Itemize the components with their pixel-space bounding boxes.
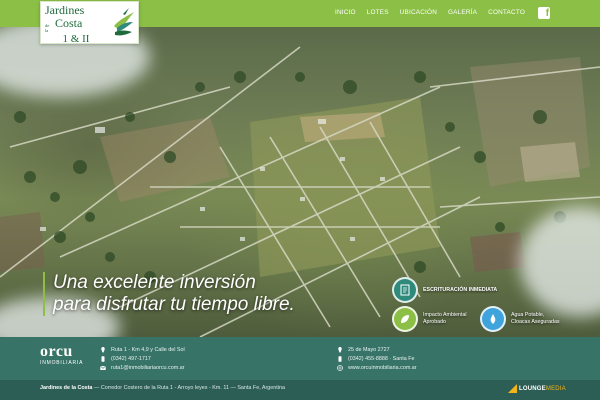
location-pin-icon — [337, 346, 343, 353]
feature-escrituracion: ESCRITURACIÓN INMEDIATA — [392, 277, 497, 303]
nav-item-galeria[interactable]: GALERÍA — [448, 9, 477, 16]
nav-item-ubicacion[interactable]: UBICACIÓN — [400, 9, 437, 16]
phone-icon — [337, 355, 343, 362]
leaf-icon — [392, 306, 418, 332]
footer-brand: Jardines de la Costa — [40, 385, 93, 391]
feature-label-agua-line-2: Cloacas Aseguradas — [511, 319, 560, 325]
contact-column-right: 25 de Mayo 2727 (0342) 455-8888 · Santa … — [337, 345, 417, 372]
tagline-line-2: para disfrutar tu tiempo libre. — [53, 294, 295, 315]
loungemedia-logo-icon — [508, 384, 517, 393]
office-phone-text[interactable]: (0342) 455-8888 · Santa Fe — [348, 356, 415, 362]
nav-item-lotes[interactable]: LOTES — [367, 9, 389, 16]
logo-line-costa: Costa — [55, 16, 83, 30]
office-website-link[interactable]: www.orcuinmobiliaria.com.ar — [348, 365, 417, 371]
loungemedia-light: MEDIA — [545, 385, 566, 392]
contact-address-row: Ruta 1 - Km 4,9 y Calle del Sol — [100, 345, 185, 354]
contact-address-text: Ruta 1 - Km 4,9 y Calle del Sol — [111, 346, 185, 353]
site-header: Jardines de la Costa 1 & II INICIO LOTES… — [0, 0, 600, 45]
facebook-icon[interactable]: f — [538, 7, 550, 19]
hummingbird-logo-icon — [114, 8, 134, 36]
logo-line-jardines: Jardines — [45, 3, 85, 17]
office-address-text: 25 de Mayo 2727 — [348, 346, 390, 353]
nav-item-inicio[interactable]: INICIO — [335, 9, 356, 16]
email-icon — [100, 365, 106, 371]
tagline-line-1: Una excelente inversión — [53, 272, 256, 293]
globe-icon — [337, 364, 343, 371]
feature-label-impacto: Impacto Ambiental Aprobado — [423, 312, 467, 326]
site-logo[interactable]: Jardines de la Costa 1 & II — [40, 1, 139, 45]
feature-label-impacto-line-1: Impacto Ambiental — [423, 312, 467, 318]
office-phone-row: (0342) 455-8888 · Santa Fe — [337, 354, 417, 363]
office-address-row: 25 de Mayo 2727 — [337, 345, 417, 354]
logo-wordmark: Jardines de la Costa 1 & II — [45, 4, 107, 45]
phone-icon — [100, 355, 106, 362]
feature-label-escrituracion: ESCRITURACIÓN INMEDIATA — [423, 286, 498, 293]
logo-small-text: de la — [45, 23, 50, 33]
contact-phone-text[interactable]: (0342) 497-1717 — [111, 356, 151, 362]
loungemedia-wordmark: LOUNGEMEDIA — [519, 386, 566, 392]
feature-label-agua-line-1: Agua Potable, — [511, 312, 545, 318]
contact-column-left: Ruta 1 - Km 4,9 y Calle del Sol (0342) 4… — [100, 345, 185, 372]
site-footer: Jardines de la Costa — Corredor Costero … — [0, 380, 600, 400]
loungemedia-credit[interactable]: LOUNGEMEDIA — [508, 384, 566, 393]
logo-line-number: 1 & II — [62, 33, 90, 45]
contact-phone-row: (0342) 497-1717 — [100, 354, 185, 363]
feature-label-impacto-line-2: Aprobado — [423, 319, 446, 325]
deed-icon — [392, 277, 418, 303]
location-pin-icon — [100, 346, 106, 353]
loungemedia-bold: LOUNGE — [519, 385, 546, 392]
contact-info-bar: orcu INMOBILIARIA Ruta 1 - Km 4,9 y Call… — [0, 337, 600, 380]
feature-agua-potable: Agua Potable, Cloacas Aseguradas — [480, 306, 560, 332]
office-website-row: www.orcuinmobiliaria.com.ar — [337, 363, 417, 372]
hero-aerial-image: Una excelente inversión para disfrutar t… — [0, 27, 600, 337]
footer-address: — Corredor Costero de la Ruta 1 - Arroyo… — [92, 385, 285, 391]
hero-tagline: Una excelente inversión para disfrutar t… — [43, 272, 343, 316]
nav-item-contacto[interactable]: CONTACTO — [488, 9, 525, 16]
water-drop-icon — [480, 306, 506, 332]
main-nav: INICIO LOTES UBICACIÓN GALERÍA CONTACTO — [335, 9, 525, 16]
contact-email-link[interactable]: ruta1@inmobiliariaorcu.com.ar — [111, 365, 184, 371]
footer-text: Jardines de la Costa — Corredor Costero … — [40, 385, 285, 391]
orcu-brand-name: orcu — [40, 343, 73, 360]
contact-email-row: ruta1@inmobiliariaorcu.com.ar — [100, 363, 185, 372]
feature-label-agua: Agua Potable, Cloacas Aseguradas — [511, 312, 560, 326]
feature-impacto-ambiental: Impacto Ambiental Aprobado — [392, 306, 467, 332]
orcu-brand-logo[interactable]: orcu INMOBILIARIA — [40, 343, 84, 367]
orcu-brand-subtitle: INMOBILIARIA — [40, 360, 84, 366]
